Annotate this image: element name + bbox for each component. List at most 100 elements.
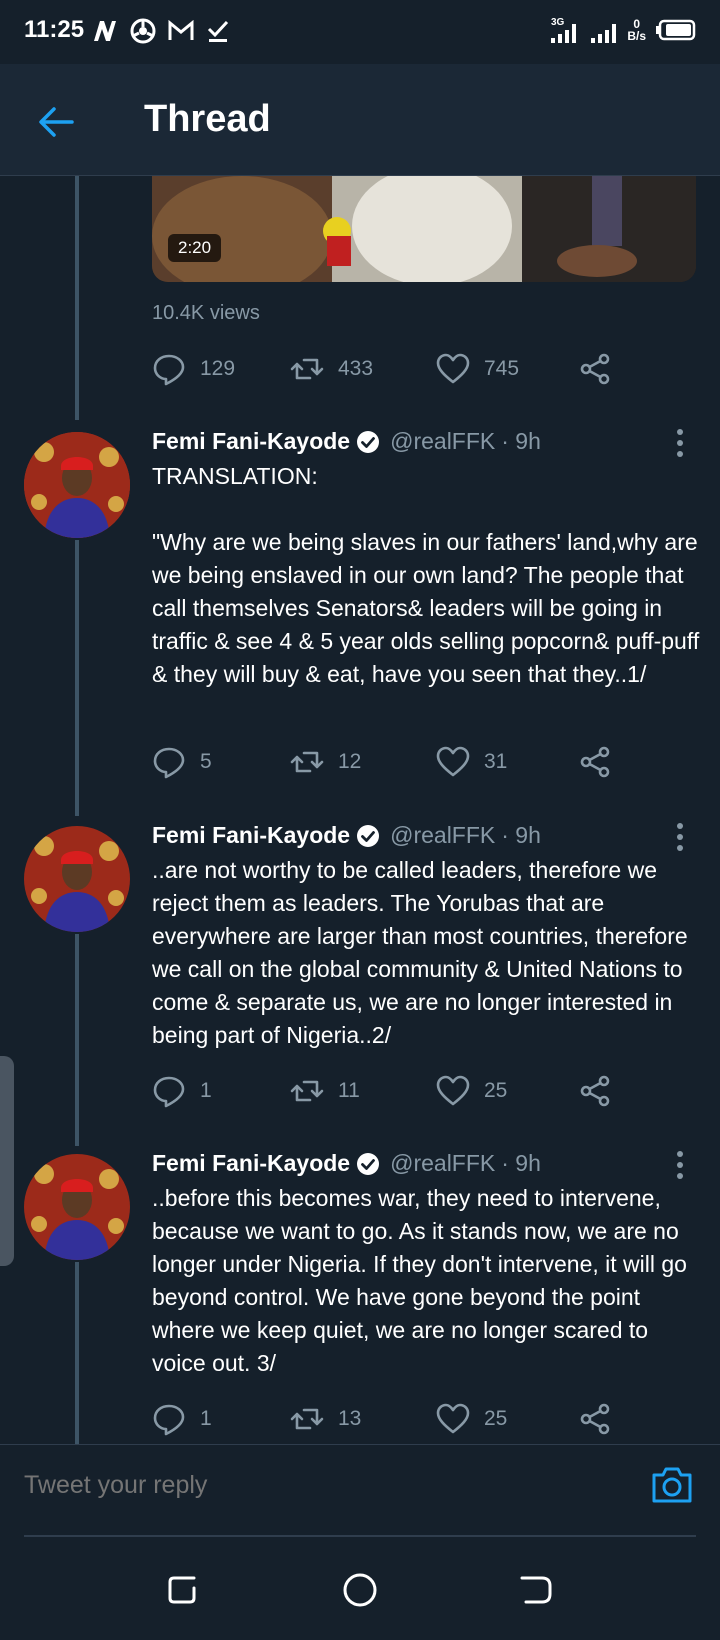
home-button-icon[interactable] bbox=[340, 1570, 380, 1610]
tweet-header: Femi Fani-Kayode @realFFK · 9h bbox=[152, 822, 541, 849]
share-button[interactable] bbox=[578, 1074, 612, 1108]
reply-count: 5 bbox=[200, 750, 212, 773]
signal-icon bbox=[591, 24, 617, 43]
avatar[interactable] bbox=[24, 826, 130, 932]
share-icon bbox=[580, 1075, 610, 1107]
comment-icon bbox=[153, 747, 185, 779]
verified-badge-icon bbox=[357, 430, 380, 453]
heart-icon bbox=[436, 1075, 470, 1106]
signal-3g-icon: 3G bbox=[551, 17, 577, 43]
retweet-button[interactable]: 433 bbox=[290, 352, 373, 386]
back-arrow-icon[interactable] bbox=[36, 102, 76, 142]
retweet-count: 12 bbox=[338, 750, 362, 773]
tweet-actions: 1 13 25 bbox=[152, 1402, 622, 1438]
tweet-text: ..are not worthy to be called leaders, t… bbox=[152, 857, 695, 1048]
reply-input[interactable] bbox=[24, 1471, 634, 1500]
reply-button[interactable]: 1 bbox=[152, 1074, 212, 1108]
retweet-icon bbox=[290, 751, 324, 773]
app-header: Thread bbox=[0, 64, 720, 176]
net-speed: 0 B/s bbox=[627, 18, 646, 42]
comment-icon bbox=[153, 354, 185, 386]
like-button[interactable]: 745 bbox=[436, 352, 519, 386]
tweet-header: Femi Fani-Kayode @realFFK · 9h bbox=[152, 428, 541, 455]
author-handle[interactable]: @realFFK bbox=[390, 822, 495, 849]
reply-button[interactable]: 1 bbox=[152, 1402, 212, 1436]
tweet-header: Femi Fani-Kayode @realFFK · 9h bbox=[152, 1150, 541, 1177]
retweet-count: 13 bbox=[338, 1407, 362, 1430]
tweet-text: ..before this becomes war, they need to … bbox=[152, 1185, 694, 1376]
more-vertical-icon[interactable] bbox=[676, 428, 684, 458]
author-name[interactable]: Femi Fani-Kayode bbox=[152, 428, 350, 455]
heart-icon bbox=[436, 1403, 470, 1434]
tweet-actions: 5 12 31 bbox=[152, 745, 622, 781]
status-time: 11:25 bbox=[24, 16, 85, 43]
avatar[interactable] bbox=[24, 1154, 130, 1260]
reply-button[interactable]: 5 bbox=[152, 745, 212, 779]
retweet-button[interactable]: 11 bbox=[290, 1074, 360, 1108]
thread-line bbox=[75, 1262, 79, 1444]
author-handle[interactable]: @realFFK bbox=[390, 1150, 495, 1177]
reply-bar bbox=[0, 1444, 720, 1540]
reply-count: 1 bbox=[200, 1407, 212, 1430]
view-count: 10.4K views bbox=[152, 302, 260, 324]
author-name[interactable]: Femi Fani-Kayode bbox=[152, 822, 350, 849]
verified-badge-icon bbox=[357, 1152, 380, 1175]
retweet-count: 11 bbox=[338, 1079, 360, 1102]
like-button[interactable]: 25 bbox=[436, 1074, 507, 1108]
like-button[interactable]: 25 bbox=[436, 1402, 507, 1436]
reply-count: 129 bbox=[200, 357, 236, 380]
author-handle[interactable]: @realFFK bbox=[390, 428, 495, 455]
like-count: 25 bbox=[484, 1079, 508, 1102]
share-icon bbox=[580, 1403, 610, 1435]
n-app-icon bbox=[94, 21, 116, 41]
share-button[interactable] bbox=[578, 1402, 612, 1436]
thread-line bbox=[75, 176, 79, 420]
like-count: 25 bbox=[484, 1407, 508, 1430]
retweet-button[interactable]: 13 bbox=[290, 1402, 361, 1436]
retweet-icon bbox=[290, 1080, 324, 1102]
like-button[interactable]: 31 bbox=[436, 745, 507, 779]
video-frame-image bbox=[152, 176, 696, 282]
video-duration: 2:20 bbox=[168, 234, 222, 262]
reply-button[interactable]: 129 bbox=[152, 352, 235, 386]
net-speed-unit: B/s bbox=[627, 29, 646, 43]
share-button[interactable] bbox=[578, 352, 612, 386]
recents-button-icon[interactable] bbox=[164, 1570, 204, 1610]
system-icons: 3G 0 B/s bbox=[549, 16, 696, 44]
comment-icon bbox=[153, 1404, 185, 1436]
reply-underline bbox=[24, 1535, 696, 1537]
more-vertical-icon[interactable] bbox=[676, 1150, 684, 1180]
comment-icon bbox=[153, 1076, 185, 1108]
back-button-icon[interactable] bbox=[516, 1570, 556, 1610]
edge-panel-handle[interactable] bbox=[0, 1056, 14, 1266]
status-bar: 11:25 3G 0 B/s bbox=[0, 0, 720, 64]
avatar-image bbox=[24, 1154, 130, 1260]
avatar-image bbox=[24, 432, 130, 538]
like-count: 745 bbox=[484, 357, 520, 380]
tweet-time: · 9h bbox=[501, 1150, 541, 1176]
download-done-icon bbox=[207, 20, 229, 42]
tweet-time: · 9h bbox=[501, 428, 541, 454]
more-vertical-icon[interactable] bbox=[676, 822, 684, 852]
camera-icon[interactable] bbox=[650, 1463, 694, 1507]
share-button[interactable] bbox=[578, 745, 612, 779]
system-nav-bar bbox=[0, 1540, 720, 1640]
retweet-icon bbox=[290, 358, 324, 380]
like-count: 31 bbox=[484, 750, 508, 773]
share-icon bbox=[580, 746, 610, 778]
tweet-actions: 129 433 745 bbox=[152, 352, 622, 388]
tweet-actions: 1 11 25 bbox=[152, 1074, 622, 1110]
avatar[interactable] bbox=[24, 432, 130, 538]
video-thumbnail[interactable]: 2:20 bbox=[152, 176, 696, 282]
battery-icon bbox=[656, 19, 696, 41]
notification-icons bbox=[92, 18, 230, 44]
tweet-time: · 9h bbox=[501, 822, 541, 848]
avatar-image bbox=[24, 826, 130, 932]
thread-line bbox=[75, 540, 79, 816]
author-name[interactable]: Femi Fani-Kayode bbox=[152, 1150, 350, 1177]
retweet-count: 433 bbox=[338, 357, 374, 380]
chrome-icon bbox=[130, 18, 156, 44]
network-label: 3G bbox=[551, 17, 565, 28]
retweet-button[interactable]: 12 bbox=[290, 745, 361, 779]
reply-count: 1 bbox=[200, 1079, 212, 1102]
